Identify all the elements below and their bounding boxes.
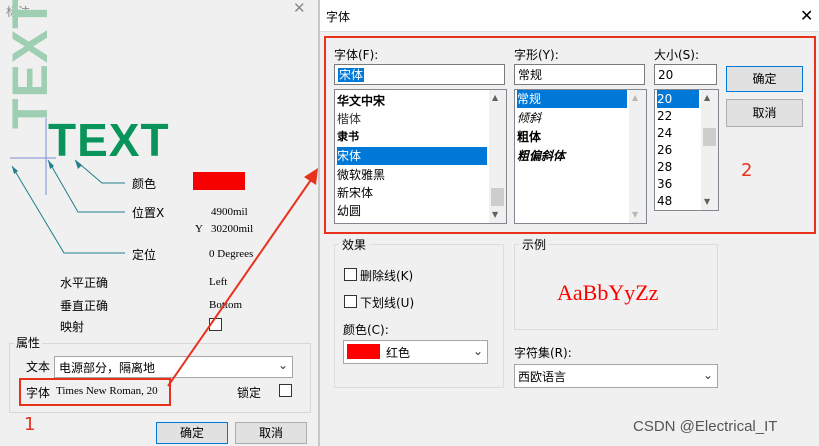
callout-arrow: [167, 168, 318, 387]
watermark: CSDN @Electrical_IT: [633, 418, 778, 435]
